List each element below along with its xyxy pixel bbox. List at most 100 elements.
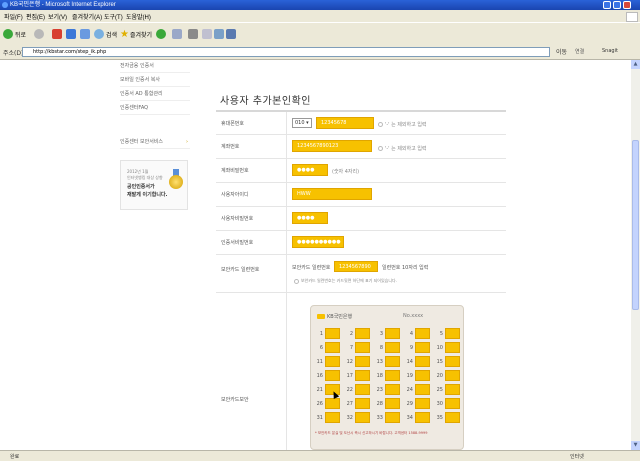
forward-icon — [34, 29, 44, 39]
sidebar-item-security[interactable]: 인증센터 보안서비스 › — [120, 136, 190, 149]
form-row-user-id: 사용자아이디 HWW — [216, 182, 506, 207]
card-cell-number: 9 — [409, 345, 413, 351]
refresh-icon — [66, 29, 76, 39]
menu-edit[interactable]: 편집(E) — [26, 12, 45, 21]
card-cell-box — [415, 412, 430, 423]
card-cell-box — [445, 398, 460, 409]
account-password-label: 계좌비밀번호 — [221, 168, 249, 174]
print-button[interactable] — [188, 27, 198, 41]
menu-tools[interactable]: 도구(T) — [104, 12, 123, 21]
back-button[interactable]: 뒤로 — [3, 27, 26, 41]
card-cell-box — [415, 342, 430, 353]
card-cell-number: 35 — [436, 415, 443, 421]
card-cell-number: 16 — [316, 373, 323, 379]
toolbar: 뒤로 검색 ★ 즐겨찾기 — [0, 22, 640, 44]
menu-view[interactable]: 보기(V) — [48, 12, 67, 21]
ie-icon — [2, 2, 8, 8]
window-titlebar[interactable]: KB국민은행 - Microsoft Internet Explorer — [0, 0, 640, 10]
card-serial-prefix: 보안카드 일련번호 — [292, 265, 331, 271]
edit-button[interactable] — [202, 27, 212, 41]
user-password-input[interactable]: ●●●● — [292, 212, 328, 224]
scroll-up-icon[interactable]: ▲ — [631, 60, 640, 69]
card-cell-box — [325, 412, 340, 423]
home-button[interactable] — [80, 27, 90, 41]
maximize-button[interactable] — [613, 1, 621, 9]
chevron-right-icon: › — [186, 139, 188, 145]
banner-line2: 인터넷뱅킹 대상 상향 — [127, 175, 163, 180]
form-row-phone: 휴대폰번호 010 ▾ 12345678 '-' 는 제외하고 입력 — [216, 112, 506, 135]
banner-line3: 공인인증서가 — [127, 184, 155, 190]
account-note: '-' 는 제외하고 입력 — [378, 145, 427, 152]
card-cell-number: 2 — [349, 331, 353, 337]
card-cell-box — [355, 398, 370, 409]
card-cell-box — [355, 370, 370, 381]
back-label: 뒤로 — [15, 31, 27, 39]
address-input[interactable]: http://kbstar.com/step_ik.php — [22, 47, 550, 57]
minimize-button[interactable] — [603, 1, 611, 9]
sidebar-item-mobile-copy[interactable]: 모바일 인증서 복사 — [120, 74, 190, 87]
window-title: KB국민은행 - Microsoft Internet Explorer — [10, 2, 116, 8]
card-cell-box — [415, 384, 430, 395]
refresh-button[interactable] — [66, 27, 76, 41]
media-icon — [156, 29, 166, 39]
scroll-thumb[interactable] — [632, 140, 639, 310]
card-cell-number: 27 — [346, 401, 353, 407]
scroll-down-icon[interactable]: ▼ — [631, 441, 640, 450]
card-cell-number: 14 — [406, 359, 413, 365]
sidebar-item-ad[interactable]: 인증서 AD 통합관리 — [120, 88, 190, 101]
phone-prefix-select[interactable]: 010 ▾ — [292, 118, 312, 128]
phone-note: '-' 는 제외하고 입력 — [378, 121, 427, 128]
menu-file[interactable]: 파일(F) — [4, 12, 23, 21]
status-text: 완료 — [10, 454, 20, 460]
links-label[interactable]: 연결 — [575, 48, 584, 55]
medal-icon — [169, 175, 183, 189]
mail-button[interactable] — [172, 27, 182, 41]
research-button[interactable] — [226, 27, 236, 41]
info-icon — [294, 278, 299, 284]
form-row-user-password: 사용자비밀번호 ●●●● — [216, 206, 506, 231]
card-cell-number: 10 — [436, 345, 443, 351]
vertical-scrollbar[interactable]: ▲ ▼ — [631, 60, 640, 450]
account-label: 계좌번호 — [221, 144, 240, 150]
media-button[interactable] — [156, 27, 166, 41]
card-cell-box — [445, 356, 460, 367]
messenger-button[interactable] — [214, 27, 224, 41]
menu-favorites[interactable]: 즐겨찾기(A) — [72, 12, 102, 21]
search-button[interactable]: 검색 — [94, 27, 117, 41]
cert-banner[interactable]: 2012년 1월 인터넷뱅킹 대상 상향 공인인증서가 재발게 이기합니다. — [120, 160, 188, 210]
card-cell-box — [325, 370, 340, 381]
account-password-input[interactable]: ●●●● — [292, 164, 328, 176]
phone-input[interactable]: 12345678 — [316, 117, 374, 129]
card-cell-number: 33 — [376, 415, 383, 421]
cert-password-input[interactable]: ●●●●●●●●●● — [292, 236, 344, 248]
card-cell-box — [445, 412, 460, 423]
snagit-button[interactable]: Snagit — [602, 48, 618, 54]
favorites-button[interactable]: ★ 즐겨찾기 — [120, 27, 152, 41]
close-button[interactable] — [623, 1, 631, 9]
card-cell-number: 28 — [376, 401, 383, 407]
mail-icon — [172, 29, 182, 39]
card-cell-number: 29 — [406, 401, 413, 407]
sidebar-item-faq[interactable]: 인증센터FAQ — [120, 102, 190, 115]
card-serial-input[interactable]: 1234567890 — [334, 261, 378, 272]
card-cell-box — [415, 370, 430, 381]
user-id-input[interactable]: HWW — [292, 188, 372, 200]
favorites-icon: ★ — [120, 28, 129, 40]
sidebar-item-cert[interactable]: 전자금융 인증서 — [120, 60, 190, 73]
form-row-account: 계좌번호 1234567890123 '-' 는 제외하고 입력 — [216, 134, 506, 159]
menu-help[interactable]: 도움말(H) — [126, 12, 151, 21]
stop-button[interactable] — [52, 27, 62, 41]
info-icon — [378, 122, 383, 127]
card-cell-box — [445, 342, 460, 353]
form-row-account-password: 계좌비밀번호 ●●●● (숫자 4자리) — [216, 158, 506, 183]
card-cell-number: 22 — [346, 387, 353, 393]
search-label: 검색 — [106, 31, 118, 39]
card-cell-box — [415, 328, 430, 339]
account-input[interactable]: 1234567890123 — [292, 140, 372, 152]
security-card-label: 보안카드보안 — [221, 397, 249, 403]
favorites-label: 즐겨찾기 — [129, 31, 153, 39]
forward-button[interactable] — [34, 27, 44, 41]
go-button[interactable]: 이동 — [556, 47, 567, 56]
card-serial-suffix: 일련번호 10자리 입력 — [382, 265, 429, 271]
card-cell-number: 6 — [319, 345, 323, 351]
